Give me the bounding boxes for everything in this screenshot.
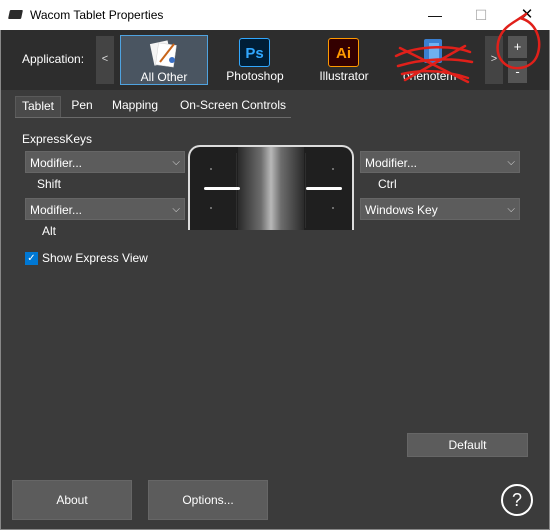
chevron-down-icon: ⌵ — [172, 157, 180, 168]
add-application-button[interactable]: + — [508, 36, 527, 58]
chevron-down-icon: ⌵ — [172, 204, 180, 215]
expresskey-left-bottom-detail: Alt — [42, 224, 57, 238]
scroll-left-button[interactable]: < — [96, 36, 114, 84]
expresskey-left-top-select[interactable]: Modifier... ⌵ — [25, 151, 185, 173]
scroll-right-button[interactable]: > — [485, 36, 503, 84]
about-button[interactable]: About — [12, 480, 132, 520]
options-button[interactable]: Options... — [148, 480, 268, 520]
tablet-left-key-bar — [204, 187, 240, 190]
app-tile-photoshop[interactable]: Ps Photoshop — [211, 35, 299, 85]
tablet-right-key-bar — [306, 187, 342, 190]
all-other-apps-icon — [149, 40, 177, 68]
main-window: Application: < All Other Ps Photoshop Ai… — [0, 30, 550, 530]
illustrator-icon: Ai — [328, 38, 359, 67]
tablet-key-dot — [332, 207, 334, 209]
photoshop-icon: Ps — [239, 38, 270, 67]
tab-pen[interactable]: Pen — [67, 96, 97, 117]
select-value: Modifier... — [365, 156, 418, 170]
app-tile-label: onenotem — [403, 69, 457, 83]
tablet-icon — [8, 10, 23, 19]
expresskey-right-top-detail: Ctrl — [378, 177, 397, 191]
tablet-seam — [305, 153, 306, 228]
minimize-button[interactable]: — — [412, 0, 458, 30]
close-button[interactable]: ✕ — [504, 0, 550, 30]
tablet-center-strip — [238, 147, 304, 230]
help-icon[interactable]: ? — [501, 484, 533, 516]
tab-tablet[interactable]: Tablet — [15, 96, 61, 117]
select-value: Modifier... — [30, 203, 83, 217]
show-express-view-checkbox[interactable]: ✓ — [25, 252, 38, 265]
tablet-key-dot — [210, 207, 212, 209]
app-tile-illustrator[interactable]: Ai Illustrator — [300, 35, 388, 85]
tablet-key-dot — [332, 168, 334, 170]
application-bar: Application: < All Other Ps Photoshop Ai… — [1, 30, 549, 90]
window-title: Wacom Tablet Properties — [30, 8, 164, 22]
select-value: Windows Key — [365, 203, 438, 217]
tab-divider — [15, 117, 291, 118]
select-value: Modifier... — [30, 156, 83, 170]
maximize-button[interactable]: ☐ — [458, 0, 504, 30]
tablet-key-dot — [210, 168, 212, 170]
show-express-view-label: Show Express View — [42, 251, 148, 265]
title-bar: Wacom Tablet Properties — ☐ ✕ — [0, 0, 550, 30]
tablet-illustration — [188, 145, 354, 230]
checkmark-icon: ✓ — [27, 253, 36, 264]
chevron-down-icon: ⌵ — [507, 204, 515, 215]
default-button[interactable]: Default — [407, 433, 528, 457]
tab-mapping[interactable]: Mapping — [107, 96, 163, 117]
remove-application-button[interactable]: - — [508, 61, 527, 83]
app-tile-all-other[interactable]: All Other — [120, 35, 208, 85]
app-tile-label: Illustrator — [319, 69, 369, 83]
expresskey-right-top-select[interactable]: Modifier... ⌵ — [360, 151, 520, 173]
expresskey-left-bottom-select[interactable]: Modifier... ⌵ — [25, 198, 185, 220]
tablet-seam — [236, 153, 237, 228]
app-tile-onenote[interactable]: onenotem — [389, 35, 477, 85]
chevron-down-icon: ⌵ — [507, 157, 515, 168]
onenote-icon — [424, 39, 442, 63]
application-label: Application: — [22, 52, 85, 66]
app-tile-label: Photoshop — [226, 69, 284, 83]
expresskey-left-top-detail: Shift — [37, 177, 62, 191]
expresskey-right-bottom-select[interactable]: Windows Key ⌵ — [360, 198, 520, 220]
tab-on-screen-controls[interactable]: On-Screen Controls — [175, 96, 291, 117]
app-tile-label: All Other — [140, 70, 188, 84]
expresskeys-label: ExpressKeys — [22, 132, 93, 146]
